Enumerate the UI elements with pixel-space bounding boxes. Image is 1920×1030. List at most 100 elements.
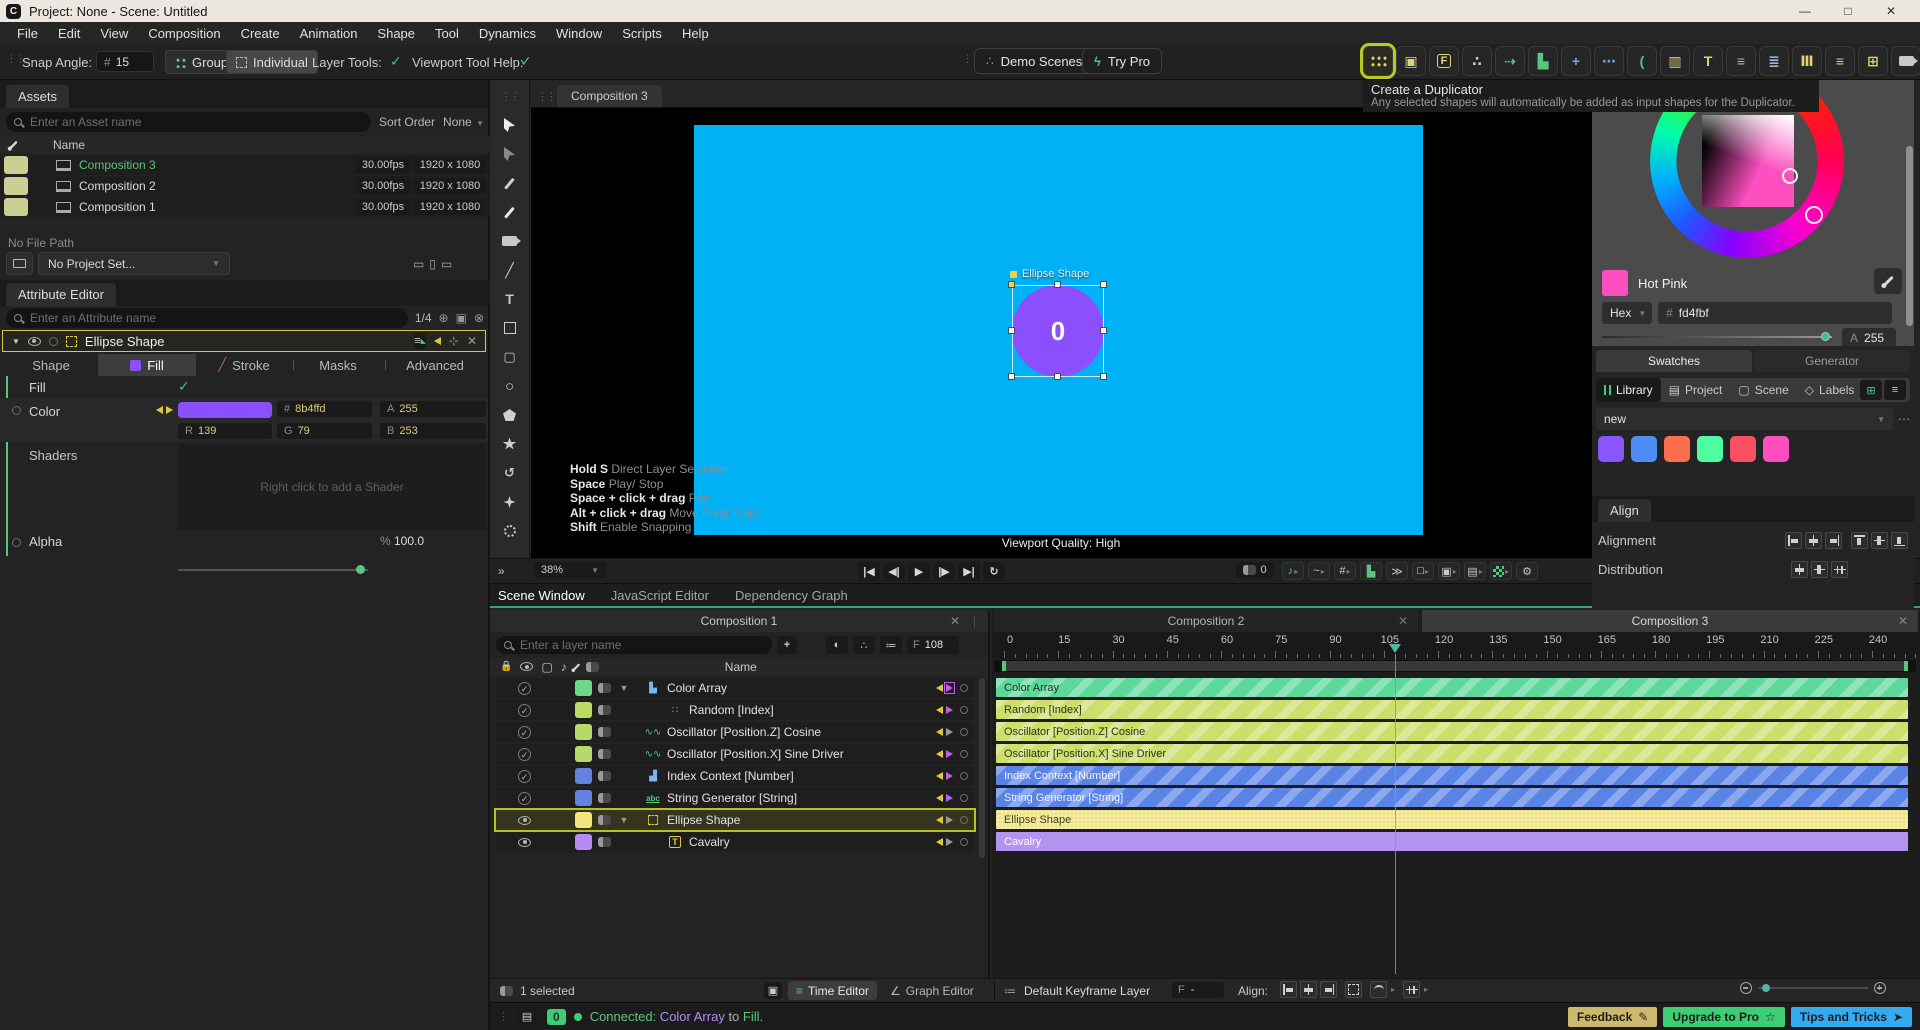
filter-project[interactable]: ▤Project (1661, 379, 1731, 401)
toolstrip-grip-icon[interactable]: ⋮⋮ (499, 86, 521, 106)
list-view-button[interactable]: ≡ (1884, 380, 1906, 400)
attribute-tab-masks[interactable]: Masks (292, 354, 384, 376)
menu-view[interactable]: View (91, 26, 137, 41)
layer-row-random-index[interactable]: ✓∷Random [Index] (496, 700, 974, 720)
viewport-grip-icon[interactable]: ⋮⋮ (537, 90, 555, 103)
layer-row-string-generator-string[interactable]: ✓abcString Generator [String] (496, 788, 974, 808)
columns-button[interactable]: Ⅲ (1792, 46, 1822, 76)
out-connector-icon[interactable] (946, 728, 953, 736)
clip-toggle-icon[interactable] (598, 727, 611, 737)
hue-handle[interactable] (1805, 206, 1823, 224)
enabled-check-icon[interactable]: ✓ (518, 770, 534, 783)
menu-tool[interactable]: Tool (426, 26, 468, 41)
menu-file[interactable]: File (8, 26, 47, 41)
collapse-chevron-icon[interactable]: ▼ (12, 337, 20, 346)
step-back-button[interactable]: ◀| (883, 562, 905, 581)
enabled-check-icon[interactable]: ✓ (518, 748, 534, 761)
selection-handle[interactable] (1100, 281, 1107, 288)
timeline-bar-ellipse-shape[interactable]: Ellipse Shape (996, 810, 1908, 829)
alpha-field[interactable]: A255 (380, 401, 486, 417)
layer-row-color-array[interactable]: ✓▼▙Color Array (496, 678, 974, 698)
close-tab-icon[interactable]: ✕ (1398, 614, 1408, 628)
pin-icon[interactable]: ▣ (456, 311, 467, 325)
loop-button[interactable]: ↻ (983, 562, 1005, 581)
zoom-out-icon[interactable] (1740, 982, 1752, 994)
layer-color-swatch[interactable] (575, 790, 592, 806)
out-connector-icon[interactable] (946, 772, 953, 780)
timeline-zoom-slider[interactable] (1758, 987, 1868, 989)
select-tool-icon[interactable] (499, 115, 521, 135)
tab-composition-3[interactable]: Composition 3 (557, 85, 662, 107)
in-connector-icon[interactable] (936, 816, 943, 824)
play-button[interactable]: ▶ (908, 562, 930, 581)
sort-order-select[interactable]: None ▼ (443, 115, 484, 129)
ellipse-tool-icon[interactable]: ○ (499, 376, 521, 396)
tab-javascript-editor[interactable]: JavaScript Editor (611, 588, 709, 603)
stagger-down-button[interactable]: ≡ (1726, 46, 1756, 76)
alpha-slider-knob[interactable] (356, 565, 365, 574)
graph-editor-button[interactable]: ∠ Graph Editor (890, 981, 974, 1000)
alpha-slider[interactable] (178, 569, 368, 571)
asset-color-swatch[interactable] (4, 156, 28, 174)
pentagon-tool-icon[interactable] (499, 405, 521, 425)
search-settings-icon[interactable]: ⊕ (439, 311, 449, 325)
swatch[interactable] (1664, 436, 1690, 462)
clip-toggle-icon[interactable] (598, 705, 611, 715)
filter-library[interactable]: Library (1596, 378, 1661, 402)
toolbar-grip-icon[interactable]: ⋮ (962, 52, 971, 65)
close-tab-icon[interactable]: ✕ (1898, 614, 1908, 628)
project-set-dropdown[interactable]: No Project Set...▼ (38, 252, 230, 275)
selection-handle[interactable] (1100, 327, 1107, 334)
close-tab-icon[interactable]: ✕ (950, 614, 960, 628)
attribute-tab-fill[interactable]: Fill (98, 354, 196, 376)
swatch-set-select[interactable]: new▼ (1596, 408, 1893, 430)
duplicator-button[interactable] (1363, 46, 1393, 76)
layout-view-button[interactable]: ▙ (1360, 562, 1382, 580)
alpha-knob[interactable] (1821, 332, 1830, 341)
line-tool-icon[interactable]: ╱ (499, 260, 521, 280)
settings-tool-icon[interactable] (499, 521, 521, 541)
asset-color-swatch[interactable] (4, 177, 28, 195)
attribute-tab-shape[interactable]: Shape (4, 354, 98, 376)
zoom-in-icon[interactable] (1874, 982, 1886, 994)
align-right-button[interactable] (1825, 532, 1842, 549)
sequence-dots-button[interactable]: ⋯ (1594, 46, 1624, 76)
tab-composition-2[interactable]: Composition 2 ✕ (994, 610, 1418, 632)
clip-column-icon[interactable] (586, 662, 599, 672)
align-button[interactable] (1320, 981, 1337, 998)
enabled-check-icon[interactable]: ✓ (518, 792, 534, 805)
swatch[interactable] (1763, 436, 1789, 462)
align-bottom-button[interactable] (1891, 532, 1908, 549)
asset-search[interactable] (6, 112, 371, 132)
audio-column-icon[interactable]: ♪ (561, 660, 567, 674)
current-frame-field[interactable]: F108 (907, 636, 959, 654)
layer-tools-checkbox[interactable]: ✓ (390, 53, 402, 70)
add-layer-button[interactable]: + (777, 636, 797, 654)
audio-button[interactable]: ♪▸ (1282, 562, 1304, 580)
expand-chevron-icon[interactable]: ▼ (615, 683, 633, 693)
layer-row-cavalry[interactable]: TCavalry (496, 832, 974, 852)
bounds-button[interactable]: □▸ (1412, 562, 1434, 580)
current-color-swatch[interactable] (1602, 270, 1628, 296)
align-top-button[interactable] (1851, 532, 1868, 549)
trail-button[interactable]: + (1561, 46, 1591, 76)
layer-row-oscillator-position-z-cosine[interactable]: ✓∿∿Oscillator [Position.Z] Cosine (496, 722, 974, 742)
pencil-tool-icon[interactable] (499, 202, 521, 222)
menu-composition[interactable]: Composition (139, 26, 229, 41)
tab-attribute-editor[interactable]: Attribute Editor (6, 283, 116, 306)
timeline-range-bar[interactable] (994, 660, 1916, 672)
attribute-search[interactable] (6, 308, 408, 328)
filter-settings-icon[interactable]: ≔ (880, 636, 902, 654)
clip-toggle-icon[interactable] (598, 683, 611, 693)
skip-button[interactable]: ≫ (1386, 562, 1408, 580)
arc-button[interactable]: ( (1627, 46, 1657, 76)
enabled-check-icon[interactable]: ✓ (518, 704, 534, 717)
selection-handle[interactable] (1054, 281, 1061, 288)
box-button[interactable]: ▣ (1396, 46, 1426, 76)
layer-color-swatch[interactable] (575, 746, 592, 762)
timeline-bar-oscillator-position-z-cosine[interactable]: Oscillator [Position.Z] Cosine (996, 722, 1908, 741)
tab-assets[interactable]: Assets (6, 85, 69, 108)
swatch[interactable] (1730, 436, 1756, 462)
range-end-handle[interactable] (1904, 661, 1908, 671)
spiral-tool-icon[interactable]: ↺ (499, 463, 521, 483)
